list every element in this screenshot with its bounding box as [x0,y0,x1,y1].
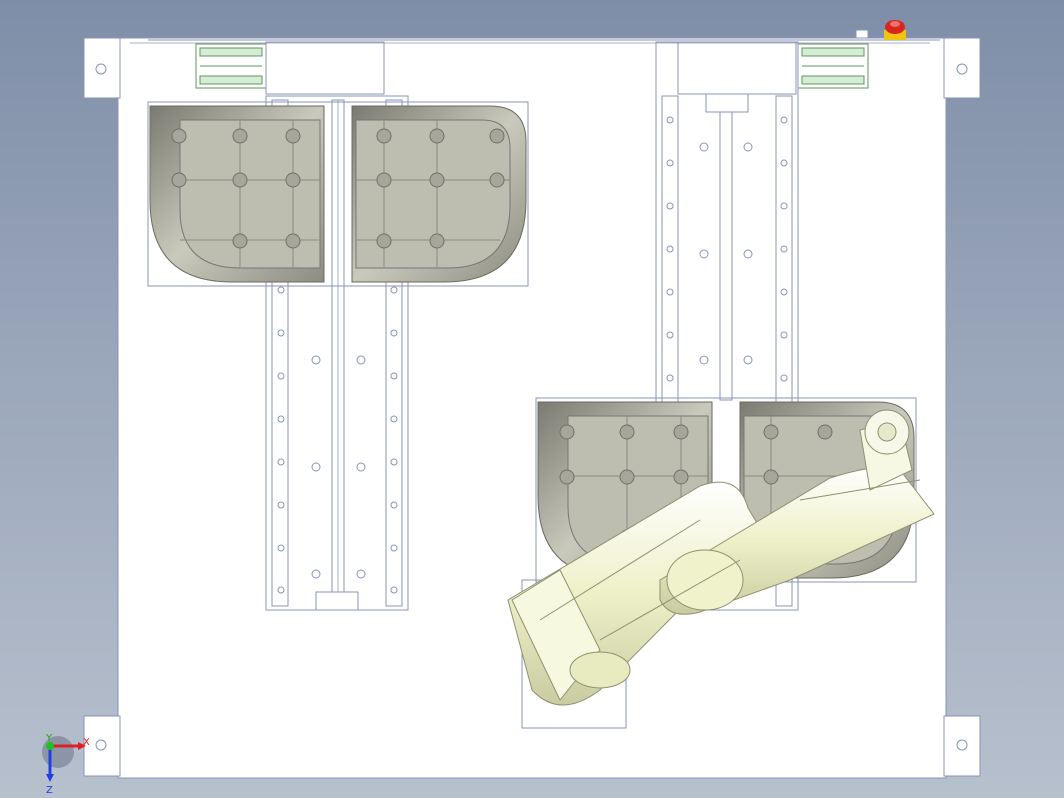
y-axis-label: Y [45,733,53,744]
x-axis-label: X [83,737,90,748]
cad-viewport[interactable]: X Y Z [0,0,1064,798]
coordinate-triad: X Y Z [42,733,90,796]
z-axis-label: Z [46,785,53,796]
emergency-stop-button[interactable] [855,20,906,40]
